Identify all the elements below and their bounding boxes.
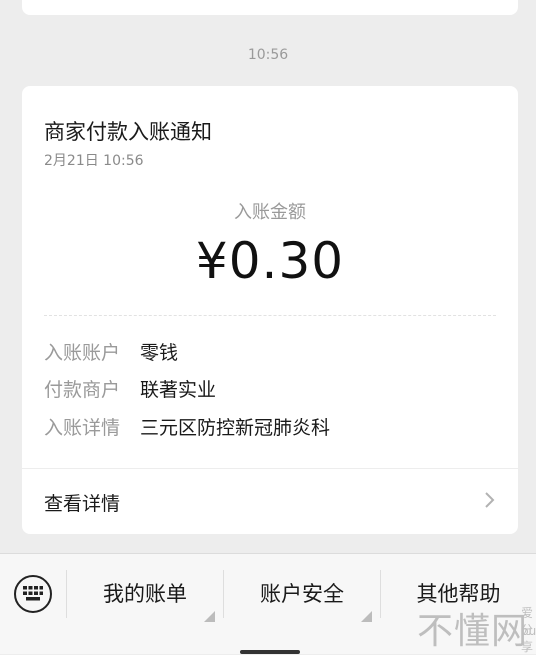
view-details-label: 查看详情 <box>44 493 121 515</box>
menu-account-security[interactable]: 账户安全 <box>224 554 380 634</box>
dashed-divider <box>44 315 496 316</box>
submenu-indicator-icon <box>361 611 372 622</box>
detail-row-merchant: 付款商户 联著实业 <box>44 377 216 403</box>
bottom-menu-bar: 我的账单 账户安全 其他帮助 不懂网 爱分享 bu dong wang <box>0 553 536 654</box>
home-indicator[interactable] <box>240 650 300 654</box>
keyboard-icon <box>23 586 43 601</box>
card-title: 商家付款入账通知 <box>44 120 212 144</box>
amount-label: 入账金额 <box>234 202 306 223</box>
payment-notification-card[interactable]: 商家付款入账通知 2月21日 10:56 入账金额 ¥0.30 入账账户 零钱 付… <box>22 86 518 534</box>
detail-row-account: 入账账户 零钱 <box>44 340 178 366</box>
detail-key: 付款商户 <box>44 379 121 401</box>
card-date: 2月21日 10:56 <box>44 153 144 169</box>
menu-my-bills[interactable]: 我的账单 <box>67 554 223 634</box>
detail-row-description: 入账详情 三元区防控新冠肺炎科 <box>44 415 330 441</box>
detail-key: 入账账户 <box>44 342 121 364</box>
detail-value: 联著实业 <box>140 379 217 401</box>
view-details-link[interactable]: 查看详情 <box>22 469 518 534</box>
menu-label: 账户安全 <box>260 582 344 606</box>
message-timestamp: 10:56 <box>247 47 289 63</box>
chevron-right-icon <box>485 492 495 508</box>
detail-value: 三元区防控新冠肺炎科 <box>140 417 331 439</box>
submenu-indicator-icon <box>204 611 215 622</box>
menu-label: 我的账单 <box>103 582 187 606</box>
previous-message-card <box>22 0 518 15</box>
detail-key: 入账详情 <box>44 417 121 439</box>
menu-label: 其他帮助 <box>416 582 501 606</box>
keyboard-toggle-button[interactable] <box>14 575 52 613</box>
detail-value: 零钱 <box>140 342 179 364</box>
menu-other-help[interactable]: 其他帮助 <box>381 554 536 634</box>
amount-value: ¥0.30 <box>195 232 345 290</box>
